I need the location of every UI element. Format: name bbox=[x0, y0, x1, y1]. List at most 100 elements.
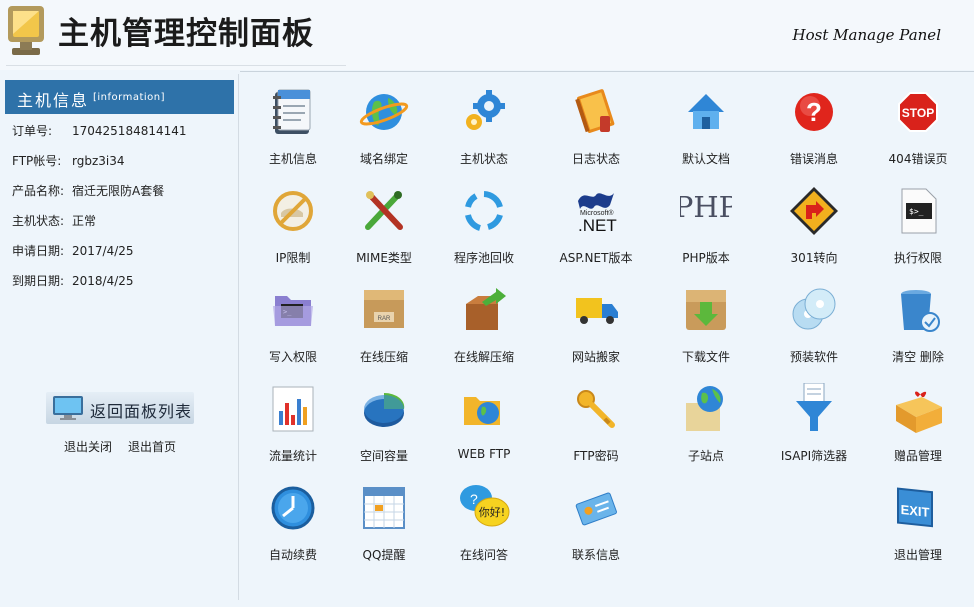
error-message-item[interactable]: ? 错误消息 bbox=[764, 86, 864, 178]
info-value: rgbz3i34 bbox=[72, 154, 125, 168]
info-label: 申请日期: bbox=[12, 244, 65, 258]
clock-icon bbox=[271, 486, 315, 530]
item-label: 子站点 bbox=[687, 449, 724, 463]
auto-renew-item[interactable]: 自动续费 bbox=[243, 482, 343, 574]
cd-discs-icon bbox=[792, 288, 836, 330]
page-title: 主机管理控制面板 bbox=[58, 16, 314, 52]
aspnet-version-item[interactable]: Microsoft® .NET ASP.NET版本 bbox=[546, 185, 646, 277]
item-label: 空间容量 bbox=[359, 449, 408, 463]
globe-icon bbox=[359, 94, 409, 130]
info-row-order: 订单号: 170425184814141 bbox=[12, 122, 187, 139]
item-label: 自动续费 bbox=[268, 548, 317, 562]
preinstalled-software-item[interactable]: 预装软件 bbox=[764, 284, 864, 376]
redirect-301-item[interactable]: 301转向 bbox=[764, 185, 864, 277]
redirect-sign-icon bbox=[790, 187, 838, 235]
stop-sign-icon: STOP bbox=[898, 92, 938, 132]
header-divider bbox=[6, 65, 346, 66]
contact-info-item[interactable]: 联系信息 bbox=[546, 482, 646, 574]
archive-box-icon: RAR bbox=[364, 290, 404, 328]
default-doc-item[interactable]: 默认文档 bbox=[656, 86, 756, 178]
info-row-apply-date: 申请日期: 2017/4/25 bbox=[12, 242, 134, 259]
back-to-panel-list-button[interactable]: 返回面板列表 bbox=[46, 392, 194, 424]
gears-icon bbox=[466, 90, 505, 130]
web-ftp-item[interactable]: WEB FTP bbox=[434, 383, 534, 475]
item-label: 在线解压缩 bbox=[453, 350, 514, 364]
home-icon bbox=[688, 94, 724, 129]
item-label: 默认文档 bbox=[681, 152, 730, 166]
traffic-stats-item[interactable]: 流量统计 bbox=[243, 383, 343, 475]
exit-close-link[interactable]: 退出关闭 bbox=[64, 438, 112, 455]
info-header: 主机信息 [information] bbox=[5, 80, 234, 114]
ip-limit-item[interactable]: IP限制 bbox=[243, 185, 343, 277]
calendar-icon bbox=[363, 487, 405, 529]
item-label: MIME类型 bbox=[356, 251, 412, 265]
host-info-item[interactable]: 主机信息 bbox=[243, 86, 343, 178]
item-label: PHP版本 bbox=[682, 251, 730, 265]
item-label: 在线问答 bbox=[459, 548, 508, 562]
item-label: 主机状态 bbox=[459, 152, 508, 166]
online-compress-item[interactable]: RAR 在线压缩 bbox=[334, 284, 434, 376]
info-value: 正常 bbox=[72, 214, 97, 228]
mime-type-item[interactable]: MIME类型 bbox=[334, 185, 434, 277]
subsite-item[interactable]: 子站点 bbox=[656, 383, 756, 475]
item-label: 日志状态 bbox=[571, 152, 620, 166]
bar-chart-icon bbox=[272, 386, 314, 432]
refresh-icon bbox=[465, 191, 503, 231]
svg-text:$>_: $>_ bbox=[909, 207, 924, 216]
back-button-label: 返回面板列表 bbox=[90, 402, 193, 421]
isapi-filter-item[interactable]: ISAPI筛选器 bbox=[764, 383, 864, 475]
online-decompress-item[interactable]: 在线解压缩 bbox=[434, 284, 534, 376]
info-row-ftp: FTP帐号: rgbz3i34 bbox=[12, 152, 125, 169]
domain-binding-item[interactable]: 域名绑定 bbox=[334, 86, 434, 178]
rar-text: RAR bbox=[378, 316, 391, 322]
truck-icon bbox=[576, 298, 618, 324]
online-qa-item[interactable]: ? 你好! 在线问答 bbox=[434, 482, 534, 574]
space-capacity-item[interactable]: 空间容量 bbox=[334, 383, 434, 475]
host-status-item[interactable]: 主机状态 bbox=[434, 86, 534, 178]
clear-delete-item[interactable]: 清空 删除 bbox=[868, 284, 968, 376]
info-label: 订单号: bbox=[12, 124, 53, 138]
key-icon bbox=[577, 390, 615, 428]
item-label: 执行权限 bbox=[893, 251, 942, 265]
php-logo-icon: PHP bbox=[680, 190, 732, 224]
item-label: 主机信息 bbox=[268, 152, 317, 166]
ftp-password-item[interactable]: FTP密码 bbox=[546, 383, 646, 475]
download-file-item[interactable]: 下载文件 bbox=[656, 284, 756, 376]
paint-brushes-icon bbox=[365, 191, 403, 230]
404-page-item[interactable]: STOP 404错误页 bbox=[868, 86, 968, 178]
item-label: 网站搬家 bbox=[571, 350, 620, 364]
exec-permission-item[interactable]: $>_ 执行权限 bbox=[868, 185, 968, 277]
info-label: FTP帐号: bbox=[12, 154, 62, 168]
exit-sign-icon: EXIT bbox=[897, 487, 933, 528]
gift-box-icon bbox=[896, 391, 942, 433]
page-subtitle: Host Manage Panel bbox=[792, 26, 941, 44]
exit-management-item[interactable]: EXIT 退出管理 bbox=[868, 482, 968, 574]
funnel-icon bbox=[796, 383, 832, 431]
address-book-icon bbox=[273, 89, 311, 134]
exit-text: EXIT bbox=[901, 502, 930, 520]
write-permission-item[interactable]: >_ 写入权限 bbox=[243, 284, 343, 376]
item-label: 写入权限 bbox=[268, 350, 317, 364]
no-access-icon bbox=[273, 191, 313, 231]
php-text: PHP bbox=[680, 190, 732, 224]
item-label: IP限制 bbox=[275, 251, 311, 265]
item-label: 在线压缩 bbox=[359, 350, 408, 364]
sidebar-divider bbox=[238, 74, 239, 600]
info-value: 170425184814141 bbox=[72, 124, 187, 138]
php-version-item[interactable]: PHP PHP版本 bbox=[656, 185, 756, 277]
gift-management-item[interactable]: 赠品管理 bbox=[868, 383, 968, 475]
app-pool-recycle-item[interactable]: 程序池回收 bbox=[434, 185, 534, 277]
log-status-item[interactable]: 日志状态 bbox=[546, 86, 646, 178]
exit-home-link[interactable]: 退出首页 bbox=[128, 438, 176, 455]
info-value: 宿迁无限防A套餐 bbox=[72, 184, 165, 198]
site-move-item[interactable]: 网站搬家 bbox=[546, 284, 646, 376]
net-big-text: .NET bbox=[578, 216, 617, 235]
chat-bubbles-icon: ? 你好! bbox=[460, 485, 510, 527]
info-value: 2017/4/25 bbox=[72, 244, 134, 258]
globe-folder-icon bbox=[686, 386, 723, 431]
item-label: 下载文件 bbox=[681, 350, 730, 364]
qq-reminder-item[interactable]: QQ提醒 bbox=[334, 482, 434, 574]
item-label: WEB FTP bbox=[457, 447, 511, 461]
item-label: 301转向 bbox=[790, 251, 838, 265]
pie-chart-icon bbox=[364, 392, 405, 427]
